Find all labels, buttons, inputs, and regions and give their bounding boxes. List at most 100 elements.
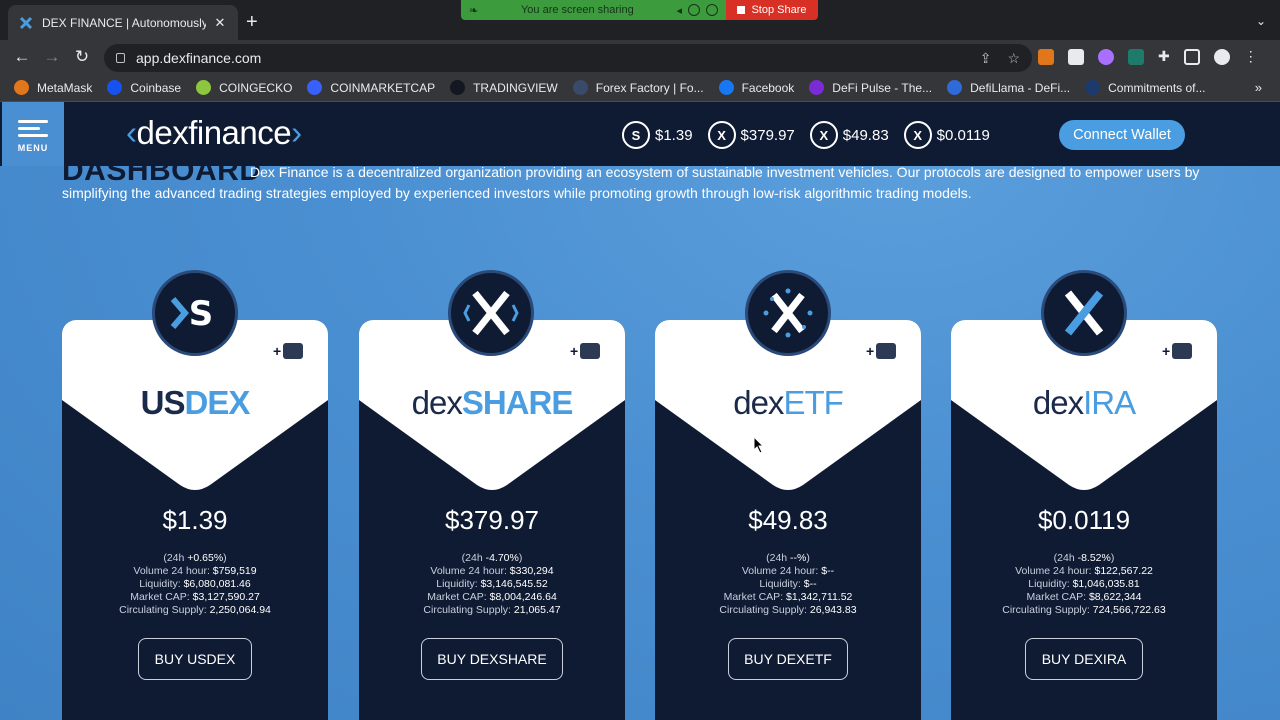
tab-search-icon[interactable]: ⌄ — [1256, 14, 1266, 28]
mcap-line: Market CAP: $8,622,344 — [951, 591, 1217, 604]
metamask-icon — [14, 80, 29, 95]
bookmark-label: Coinbase — [130, 80, 182, 95]
add-to-metamask-button[interactable]: + — [866, 340, 902, 362]
bookmark-item[interactable]: Commitments of... — [1085, 80, 1206, 95]
buy-dexshare-button[interactable]: BUY DEXSHARE — [421, 638, 563, 680]
mcap-value: $8,622,344 — [1088, 591, 1142, 603]
bookmark-item[interactable]: DefiLlama - DeFi... — [947, 80, 1070, 95]
supply-label: Circulating Supply: — [1002, 604, 1093, 616]
browser-tab[interactable]: DEX FINANCE | Autonomously ✕ — [8, 5, 238, 40]
dexshare-coin-icon: X — [707, 121, 736, 149]
tab-close-icon[interactable]: ✕ — [212, 15, 228, 31]
bookmark-item[interactable]: TRADINGVIEW — [450, 80, 558, 95]
profile-avatar[interactable] — [1213, 48, 1230, 65]
puzzle-icon[interactable]: ✚ — [1158, 48, 1170, 65]
pause-icon[interactable] — [688, 4, 700, 16]
hamburger-icon — [18, 116, 48, 141]
stop-icon — [737, 6, 746, 14]
bookmark-item[interactable]: Facebook — [718, 80, 795, 95]
bookmark-item[interactable]: MetaMask — [14, 80, 92, 95]
change-line: (24h -8.52%) — [951, 552, 1217, 565]
header-prices: S $1.39 X $379.97 X $49.83 X $0.0119 — [622, 121, 1005, 149]
change-suffix: ) — [223, 552, 227, 564]
brand-dark: US — [140, 384, 186, 421]
url-text[interactable]: app.dexfinance.com — [136, 50, 261, 66]
metamask-fox-icon — [1172, 343, 1193, 359]
brand-dark: dex — [1032, 384, 1084, 421]
tradingview-icon — [450, 80, 466, 95]
volume-line: Volume 24 hour: $759,519 — [62, 565, 328, 578]
extension-icon[interactable] — [1098, 48, 1114, 65]
metamask-extension-icon[interactable] — [1038, 48, 1054, 65]
bookmark-label: MetaMask — [37, 80, 93, 95]
bookmark-label: DefiLlama - DeFi... — [970, 80, 1071, 95]
shield-check-icon[interactable] — [706, 4, 718, 16]
liquidity-label: Liquidity: — [759, 578, 804, 590]
extension-n-icon[interactable] — [1128, 48, 1144, 65]
bookmark-star-icon[interactable]: ☆ — [1007, 50, 1020, 67]
token-stats: (24h +0.65%) Volume 24 hour: $759,519 Li… — [62, 552, 328, 617]
speaker-icon[interactable]: ◂ — [676, 4, 682, 17]
side-panel-icon[interactable] — [1183, 48, 1200, 65]
change-prefix: (24h — [1053, 552, 1078, 564]
token-price: $49.83 — [748, 505, 828, 535]
bookmark-label: Commitments of... — [1108, 80, 1206, 95]
reload-button[interactable]: ↻ — [67, 47, 97, 67]
mcap-label: Market CAP: — [427, 591, 490, 603]
leaf-icon: ❧ — [469, 4, 479, 17]
mcap-label: Market CAP: — [130, 591, 193, 603]
stop-share-button[interactable]: Stop Share — [726, 0, 818, 20]
bookmark-item[interactable]: Coinbase — [107, 80, 181, 95]
bookmark-item[interactable]: COINGECKO — [196, 80, 292, 95]
change-suffix: ) — [1110, 552, 1115, 564]
volume-line: Volume 24 hour: $-- — [655, 565, 921, 578]
coinbase-icon — [107, 80, 123, 95]
liquidity-label: Liquidity: — [436, 578, 481, 590]
bookmark-label: Facebook — [741, 80, 795, 95]
bookmark-label: Forex Factory | Fo... — [595, 80, 704, 95]
change-line: (24h +0.65%) — [62, 552, 328, 565]
buy-dexira-button[interactable]: BUY DEXIRA — [1025, 638, 1143, 680]
dexfinance-logo[interactable]: ‹dexfinance› — [126, 114, 302, 152]
bookmark-item[interactable]: DeFi Pulse - The... — [809, 80, 932, 95]
token-price: $379.97 — [445, 505, 539, 535]
menu-button[interactable]: MENU — [2, 102, 64, 166]
buy-dexetf-button[interactable]: BUY DEXETF — [728, 638, 848, 680]
change-prefix: (24h — [766, 552, 791, 564]
add-to-metamask-button[interactable]: + — [273, 340, 309, 362]
dex-dashboard-page: DASHBOARD Dex Finance is a decentralized… — [0, 102, 1280, 720]
cftc-icon — [1085, 80, 1101, 95]
bookmarks-overflow-icon[interactable]: » — [1255, 80, 1262, 95]
supply-line: Circulating Supply: 26,943.83 — [655, 604, 921, 617]
liquidity-value: $1,046,035.81 — [1072, 578, 1140, 590]
liquidity-value: $-- — [803, 578, 817, 590]
tab-title: DEX FINANCE | Autonomously — [42, 15, 206, 30]
new-tab-button[interactable]: + — [246, 12, 258, 32]
plus-label: + — [1162, 343, 1171, 359]
add-to-metamask-button[interactable]: + — [570, 340, 606, 362]
bookmark-item[interactable]: Forex Factory | Fo... — [572, 80, 704, 95]
buy-usdex-button[interactable]: BUY USDEX — [138, 638, 252, 680]
bookmark-label: TRADINGVIEW — [473, 80, 558, 95]
share-icon[interactable]: ⇪ — [980, 50, 992, 67]
coin-glyph: S — [189, 294, 214, 334]
address-bar[interactable]: app.dexfinance.com ⇪ ☆ — [104, 44, 1032, 72]
forward-button[interactable]: → — [37, 47, 67, 67]
qr-extension-icon[interactable] — [1068, 48, 1084, 65]
volume-value: $122,567.22 — [1094, 565, 1153, 577]
connect-wallet-button[interactable]: Connect Wallet — [1059, 120, 1185, 150]
bookmark-item[interactable]: COINMARKETCAP — [307, 80, 435, 95]
defillama-icon — [947, 80, 963, 95]
token-stats: (24h --%) Volume 24 hour: $-- Liquidity:… — [655, 552, 921, 617]
change-value: --% — [790, 552, 807, 564]
volume-value: $759,519 — [212, 565, 257, 577]
stop-share-label: Stop Share — [751, 4, 807, 16]
usdex-coin-icon: S — [622, 121, 650, 149]
add-to-metamask-button[interactable]: + — [1162, 340, 1198, 362]
site-header: MENU ‹dexfinance› S $1.39 X $379.97 X $49.8… — [0, 102, 1280, 166]
lock-icon[interactable] — [116, 53, 125, 63]
liquidity-line: Liquidity: $1,046,035.81 — [951, 578, 1217, 591]
mcap-label: Market CAP: — [723, 591, 787, 603]
back-button[interactable]: ← — [7, 47, 37, 67]
browser-menu-icon[interactable]: ⋮ — [1244, 48, 1258, 65]
